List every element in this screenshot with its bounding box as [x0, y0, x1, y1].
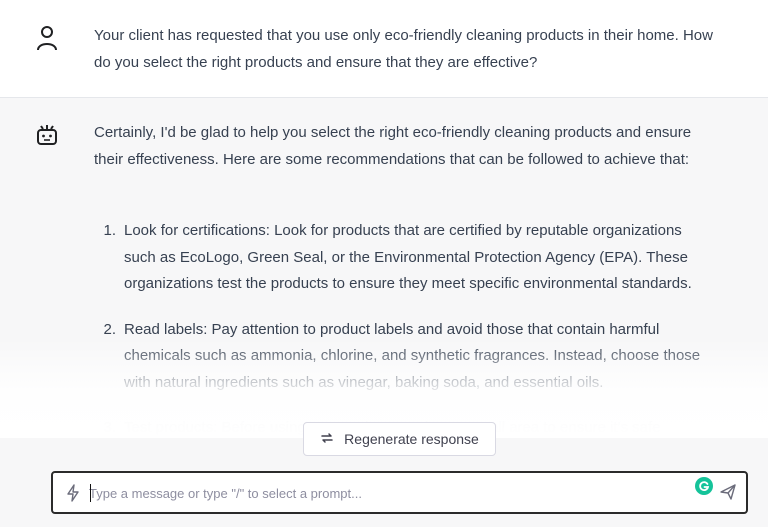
- regenerate-response-button[interactable]: Regenerate response: [303, 422, 496, 456]
- bolt-icon[interactable]: [65, 484, 83, 502]
- list-item-number: 3.: [103, 419, 116, 436]
- regenerate-label: Regenerate response: [344, 431, 479, 447]
- message-composer: [51, 471, 748, 514]
- assistant-message: Certainly, I'd be glad to help you selec…: [0, 98, 768, 527]
- user-message-text: Your client has requested that you use o…: [94, 27, 713, 71]
- assistant-intro: Certainly, I'd be glad to help you selec…: [94, 124, 692, 168]
- bot-icon: [34, 122, 60, 148]
- list-item: 1. Look for certifications: Look for pro…: [94, 218, 714, 298]
- user-message: Your client has requested that you use o…: [0, 0, 768, 98]
- refresh-icon: [320, 431, 334, 448]
- list-item: 2. Read labels: Pay attention to product…: [94, 317, 714, 397]
- send-icon[interactable]: [719, 483, 739, 503]
- list-item-number: 2.: [103, 320, 116, 338]
- message-input[interactable]: [89, 483, 649, 503]
- text-caret: [90, 484, 91, 502]
- list-item-text: Look for certifications: Look for produc…: [124, 222, 692, 292]
- list-item-number: 1.: [103, 222, 116, 239]
- user-icon: [34, 25, 60, 51]
- list-item-text: Read labels: Pay attention to product la…: [124, 320, 701, 391]
- grammarly-icon[interactable]: [695, 477, 713, 495]
